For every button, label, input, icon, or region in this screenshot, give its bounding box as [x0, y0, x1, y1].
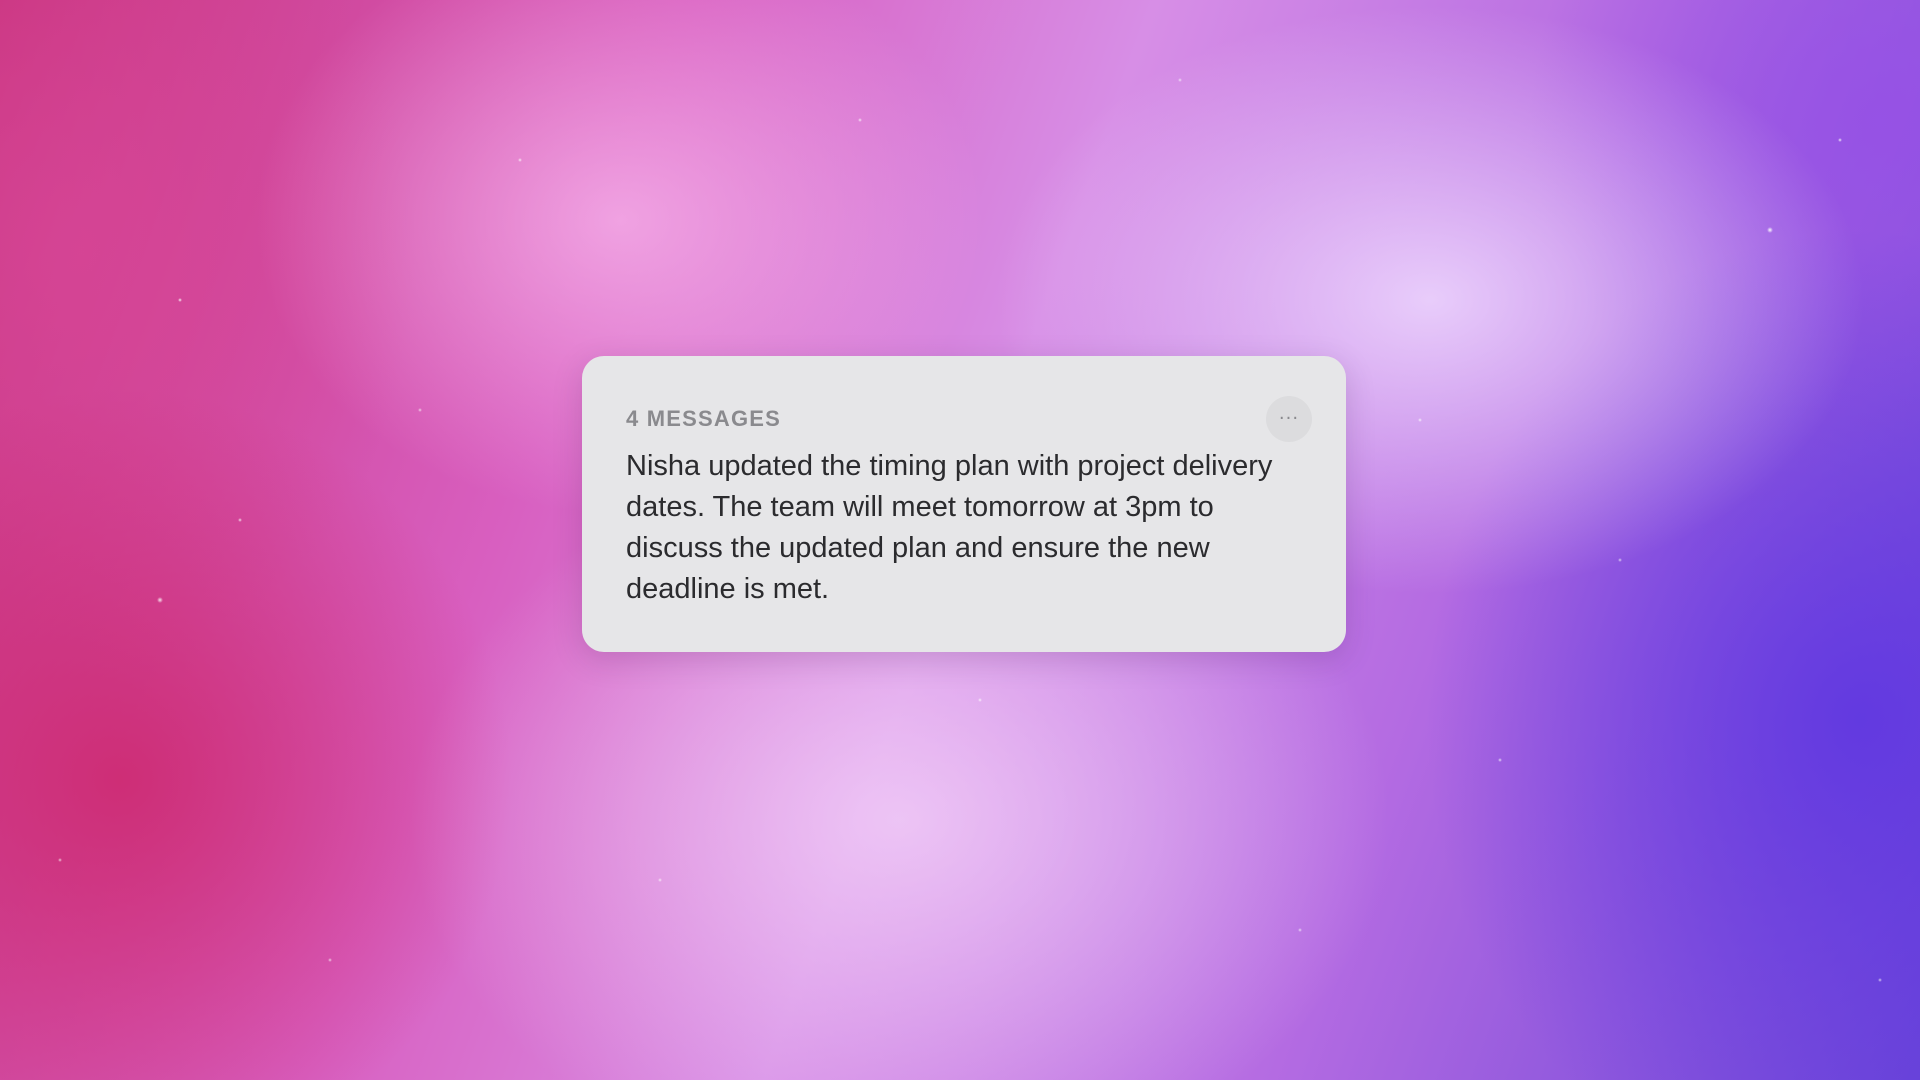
notification-header: 4 MESSAGES ··· [626, 394, 1312, 444]
notification-message: Nisha updated the timing plan with proje… [626, 450, 1273, 605]
message-count-label: 4 MESSAGES [626, 406, 782, 431]
ellipsis-icon: ··· [1278, 408, 1300, 429]
more-options-button[interactable]: ··· [1266, 396, 1312, 442]
notification-card[interactable]: 4 MESSAGES ··· Nisha updated the timing … [582, 356, 1346, 652]
